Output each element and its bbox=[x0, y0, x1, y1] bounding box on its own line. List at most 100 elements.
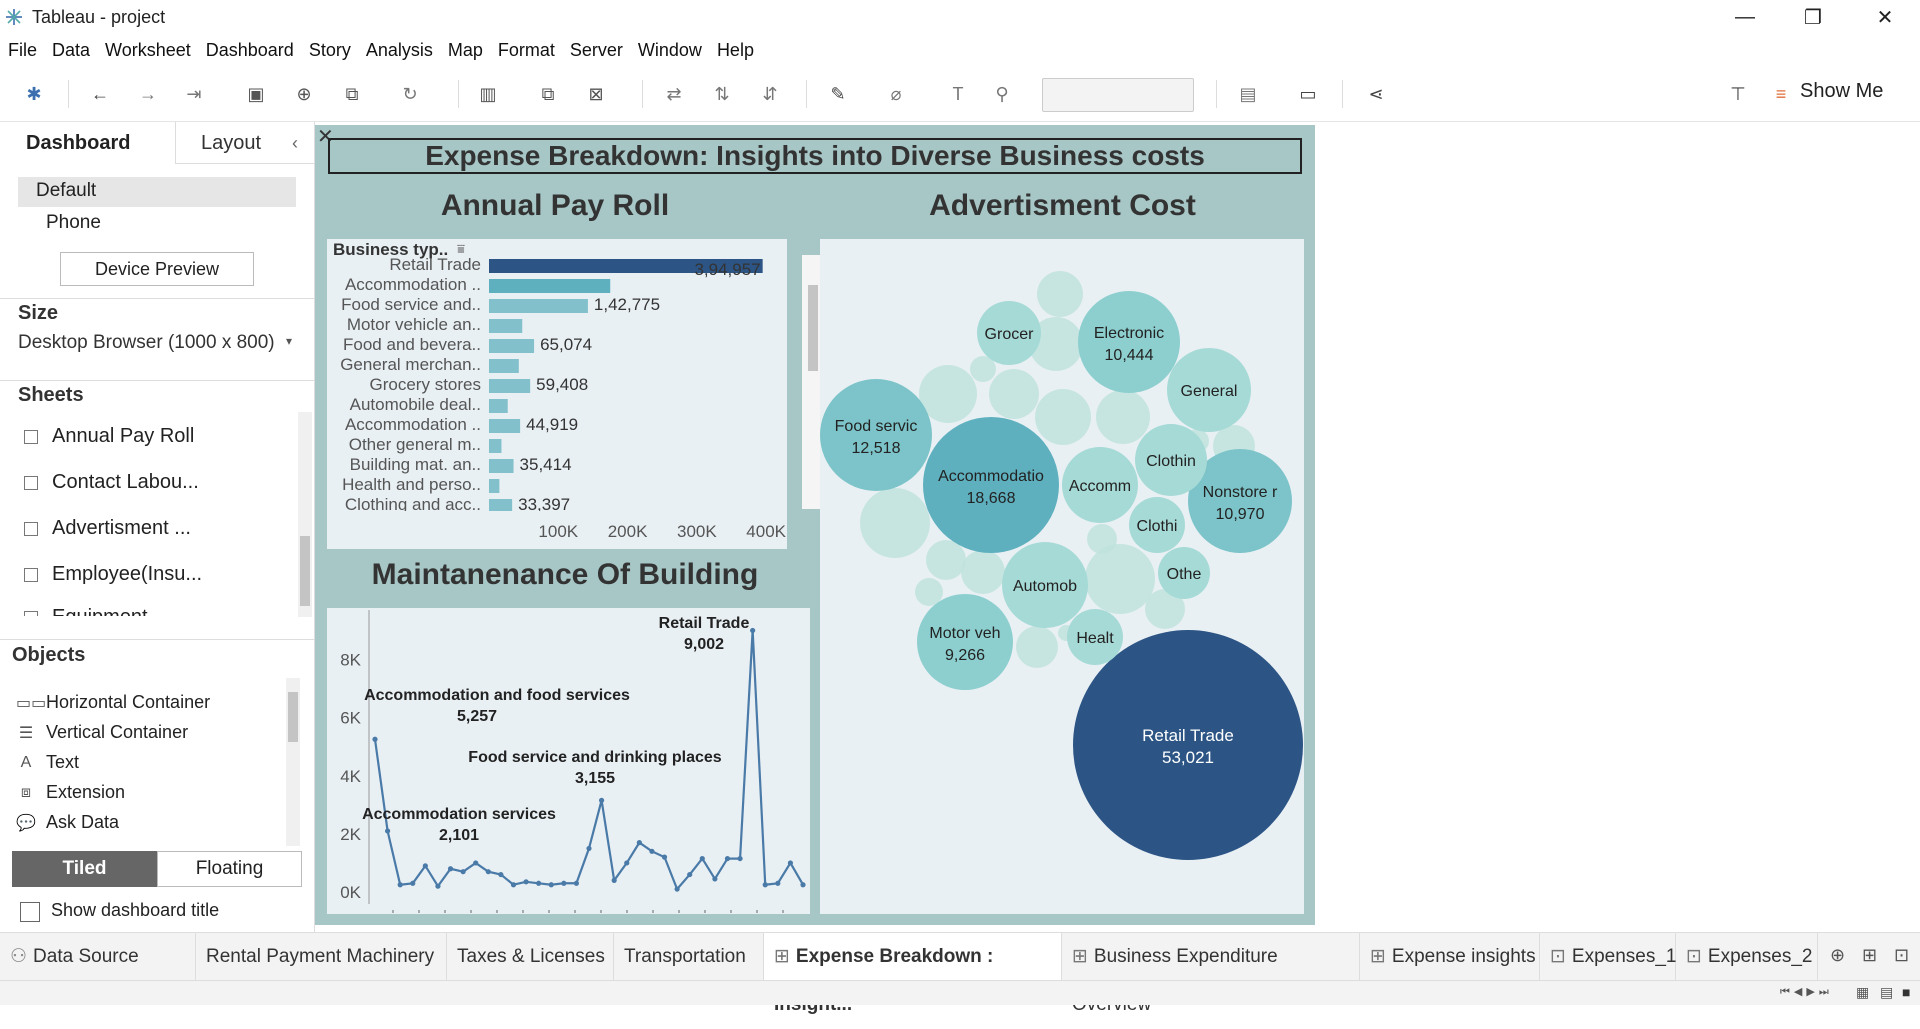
y-tick-label: 4K bbox=[340, 767, 361, 786]
cards-icon[interactable]: ▤ bbox=[1236, 82, 1260, 106]
show-title-checkbox[interactable] bbox=[20, 902, 40, 922]
highlight-icon[interactable]: ✎ bbox=[826, 82, 850, 106]
minimize-button[interactable]: — bbox=[1710, 0, 1780, 34]
clear-sheet-icon[interactable]: ⊠ bbox=[584, 82, 608, 106]
menu-story[interactable]: Story bbox=[309, 40, 351, 61]
tab-data-source[interactable]: ⚇ Data Source bbox=[0, 933, 196, 981]
tab-dashboard[interactable]: Dashboard bbox=[0, 122, 176, 164]
menu-file[interactable]: File bbox=[8, 40, 37, 61]
chevron-down-icon[interactable]: ▾ bbox=[286, 334, 292, 348]
worksheet-icon bbox=[24, 429, 38, 444]
menu-server[interactable]: Server bbox=[570, 40, 623, 61]
tab-expense-insights[interactable]: ⊞ Expense insights bbox=[1360, 933, 1540, 981]
dashboard-canvas: ✕ Expense Breakdown: Insights into Diver… bbox=[315, 125, 1315, 925]
menu-analysis[interactable]: Analysis bbox=[366, 40, 433, 61]
line-point bbox=[485, 869, 491, 875]
payroll-chart-panel: Business typ.. ⩸ Retail Trade 3,94,957 Acc… bbox=[327, 239, 824, 549]
menu-bar: File Data Worksheet Dashboard Story Anal… bbox=[0, 34, 1920, 66]
sheet-nav-icons[interactable]: ⏮◀▶⏭ bbox=[1780, 985, 1833, 999]
sheet-equipment[interactable]: Equipment bbox=[24, 606, 148, 616]
scroll-thumb[interactable] bbox=[808, 285, 818, 371]
menu-help[interactable]: Help bbox=[717, 40, 754, 61]
tabs-view-icon[interactable]: ■ bbox=[1902, 984, 1910, 1000]
sheet-employee[interactable]: Employee(Insu... bbox=[24, 563, 202, 586]
presentation-mode-icon[interactable]: ▭ bbox=[1296, 82, 1320, 106]
advertisment-bubble-chart: Retail Trade 53,021 Accommodatio 18,668 Food… bbox=[820, 271, 1303, 860]
close-window-button[interactable]: ✕ bbox=[1850, 0, 1920, 34]
sheet-advertisment[interactable]: Advertisment ... bbox=[24, 517, 191, 540]
maximize-button[interactable]: ❐ bbox=[1778, 0, 1848, 34]
annotation-label: Retail Trade bbox=[659, 615, 750, 632]
new-worksheet-tab-icon[interactable]: ⊕ bbox=[1830, 945, 1845, 966]
menu-format[interactable]: Format bbox=[498, 40, 555, 61]
filmstrip-view-icon[interactable]: ▤ bbox=[1880, 984, 1893, 1001]
bar-category-label: Health and perso.. bbox=[342, 475, 481, 494]
fix-axes-icon[interactable]: ⚲ bbox=[990, 82, 1014, 106]
tab-expenses-2[interactable]: ⊡ Expenses_2 bbox=[1676, 933, 1818, 981]
undo-icon[interactable]: ← bbox=[88, 82, 112, 106]
object-vertical-container[interactable]: ☰ Vertical Container bbox=[16, 722, 188, 743]
tiled-button[interactable]: Tiled bbox=[12, 851, 157, 887]
save-icon[interactable]: ▣ bbox=[244, 82, 268, 106]
object-label: Extension bbox=[46, 782, 126, 802]
redo-icon[interactable]: → bbox=[136, 82, 160, 106]
sort-descending-icon[interactable]: ⇵ bbox=[758, 82, 782, 106]
sort-ascending-icon[interactable]: ⇅ bbox=[710, 82, 734, 106]
device-default-row[interactable]: Default bbox=[18, 177, 296, 207]
menu-worksheet[interactable]: Worksheet bbox=[105, 40, 191, 61]
tab-rental-payment-machinery[interactable]: Rental Payment Machinery bbox=[196, 933, 447, 981]
new-dashboard-tab-icon[interactable]: ⊞ bbox=[1862, 945, 1877, 966]
sheet-label: Employee(Insu... bbox=[52, 563, 203, 585]
pause-updates-icon[interactable]: ⧉ bbox=[340, 82, 364, 106]
objects-scrollbar[interactable] bbox=[286, 678, 300, 846]
tab-expense-breakdown[interactable]: ⊞Expense Breakdown : Insight... bbox=[764, 933, 1062, 1015]
size-dropdown[interactable]: Desktop Browser (1000 x 800) bbox=[18, 332, 275, 354]
tab-taxes-licenses[interactable]: Taxes & Licenses bbox=[447, 933, 614, 981]
bar-category-label: Automobile deal.. bbox=[350, 395, 481, 414]
line-point bbox=[447, 866, 454, 872]
menu-window[interactable]: Window bbox=[638, 40, 702, 61]
menu-map[interactable]: Map bbox=[448, 40, 483, 61]
sheets-scrollbar[interactable] bbox=[298, 412, 312, 617]
swap-axes-icon[interactable]: ⇄ bbox=[662, 82, 686, 106]
tableau-home-icon[interactable]: ✱ bbox=[22, 82, 46, 106]
new-worksheet-icon[interactable]: ▥ bbox=[476, 82, 500, 106]
scroll-thumb[interactable] bbox=[288, 692, 298, 742]
new-data-source-icon[interactable]: ⊕ bbox=[292, 82, 316, 106]
device-preview-button[interactable]: Device Preview bbox=[60, 252, 254, 286]
show-me-button[interactable]: Show Me bbox=[1800, 80, 1883, 103]
objects-heading: Objects bbox=[12, 644, 86, 666]
scroll-thumb[interactable] bbox=[300, 536, 310, 606]
duplicate-sheet-icon[interactable]: ⧉ bbox=[536, 82, 560, 106]
tab-transportation[interactable]: Transportation bbox=[614, 933, 764, 981]
bar-category-label: Food and bevera.. bbox=[343, 335, 481, 354]
object-text[interactable]: A Text bbox=[16, 752, 79, 773]
object-label: Horizontal Container bbox=[46, 692, 211, 712]
tab-layout[interactable]: Layout bbox=[176, 122, 286, 164]
share-icon[interactable]: ⋖ bbox=[1364, 82, 1388, 106]
floating-button[interactable]: Floating bbox=[157, 851, 302, 887]
x-tick-label: 300K bbox=[677, 522, 717, 541]
show-mark-labels-icon[interactable]: T bbox=[946, 82, 970, 106]
new-story-tab-icon[interactable]: ⊡ bbox=[1894, 945, 1909, 966]
refresh-icon[interactable]: ↻ bbox=[398, 82, 422, 106]
object-ask-data[interactable]: 💬 Ask Data bbox=[16, 812, 119, 833]
format-painter-icon[interactable]: ⊤ bbox=[1726, 82, 1750, 106]
sheet-contact-labour[interactable]: Contact Labou... bbox=[24, 471, 199, 494]
menu-data[interactable]: Data bbox=[52, 40, 90, 61]
replay-icon[interactable]: ⇥ bbox=[182, 82, 206, 106]
object-horizontal-container[interactable]: ▭▭ Horizontal Container bbox=[16, 692, 210, 713]
grid-view-icon[interactable]: ▦ bbox=[1856, 984, 1869, 1001]
collapse-pane-icon[interactable]: ‹ bbox=[292, 122, 312, 164]
menu-dashboard[interactable]: Dashboard bbox=[206, 40, 294, 61]
device-phone[interactable]: Phone bbox=[46, 212, 101, 234]
tab-expenses-1[interactable]: ⊡ Expenses_1 bbox=[1540, 933, 1677, 981]
horizontal-container-icon: ▭▭ bbox=[16, 694, 47, 712]
fit-dropdown[interactable] bbox=[1042, 78, 1194, 112]
tab-business-expenditure-overview[interactable]: ⊞Business Expenditure Overview bbox=[1062, 933, 1360, 1015]
group-members-icon[interactable]: ⌀ bbox=[884, 82, 908, 106]
bubble-label: Healt bbox=[1076, 630, 1114, 647]
object-extension[interactable]: ⧈ Extension bbox=[16, 782, 125, 803]
line-point bbox=[775, 880, 781, 886]
sheet-annual-pay-roll[interactable]: Annual Pay Roll bbox=[24, 425, 194, 448]
